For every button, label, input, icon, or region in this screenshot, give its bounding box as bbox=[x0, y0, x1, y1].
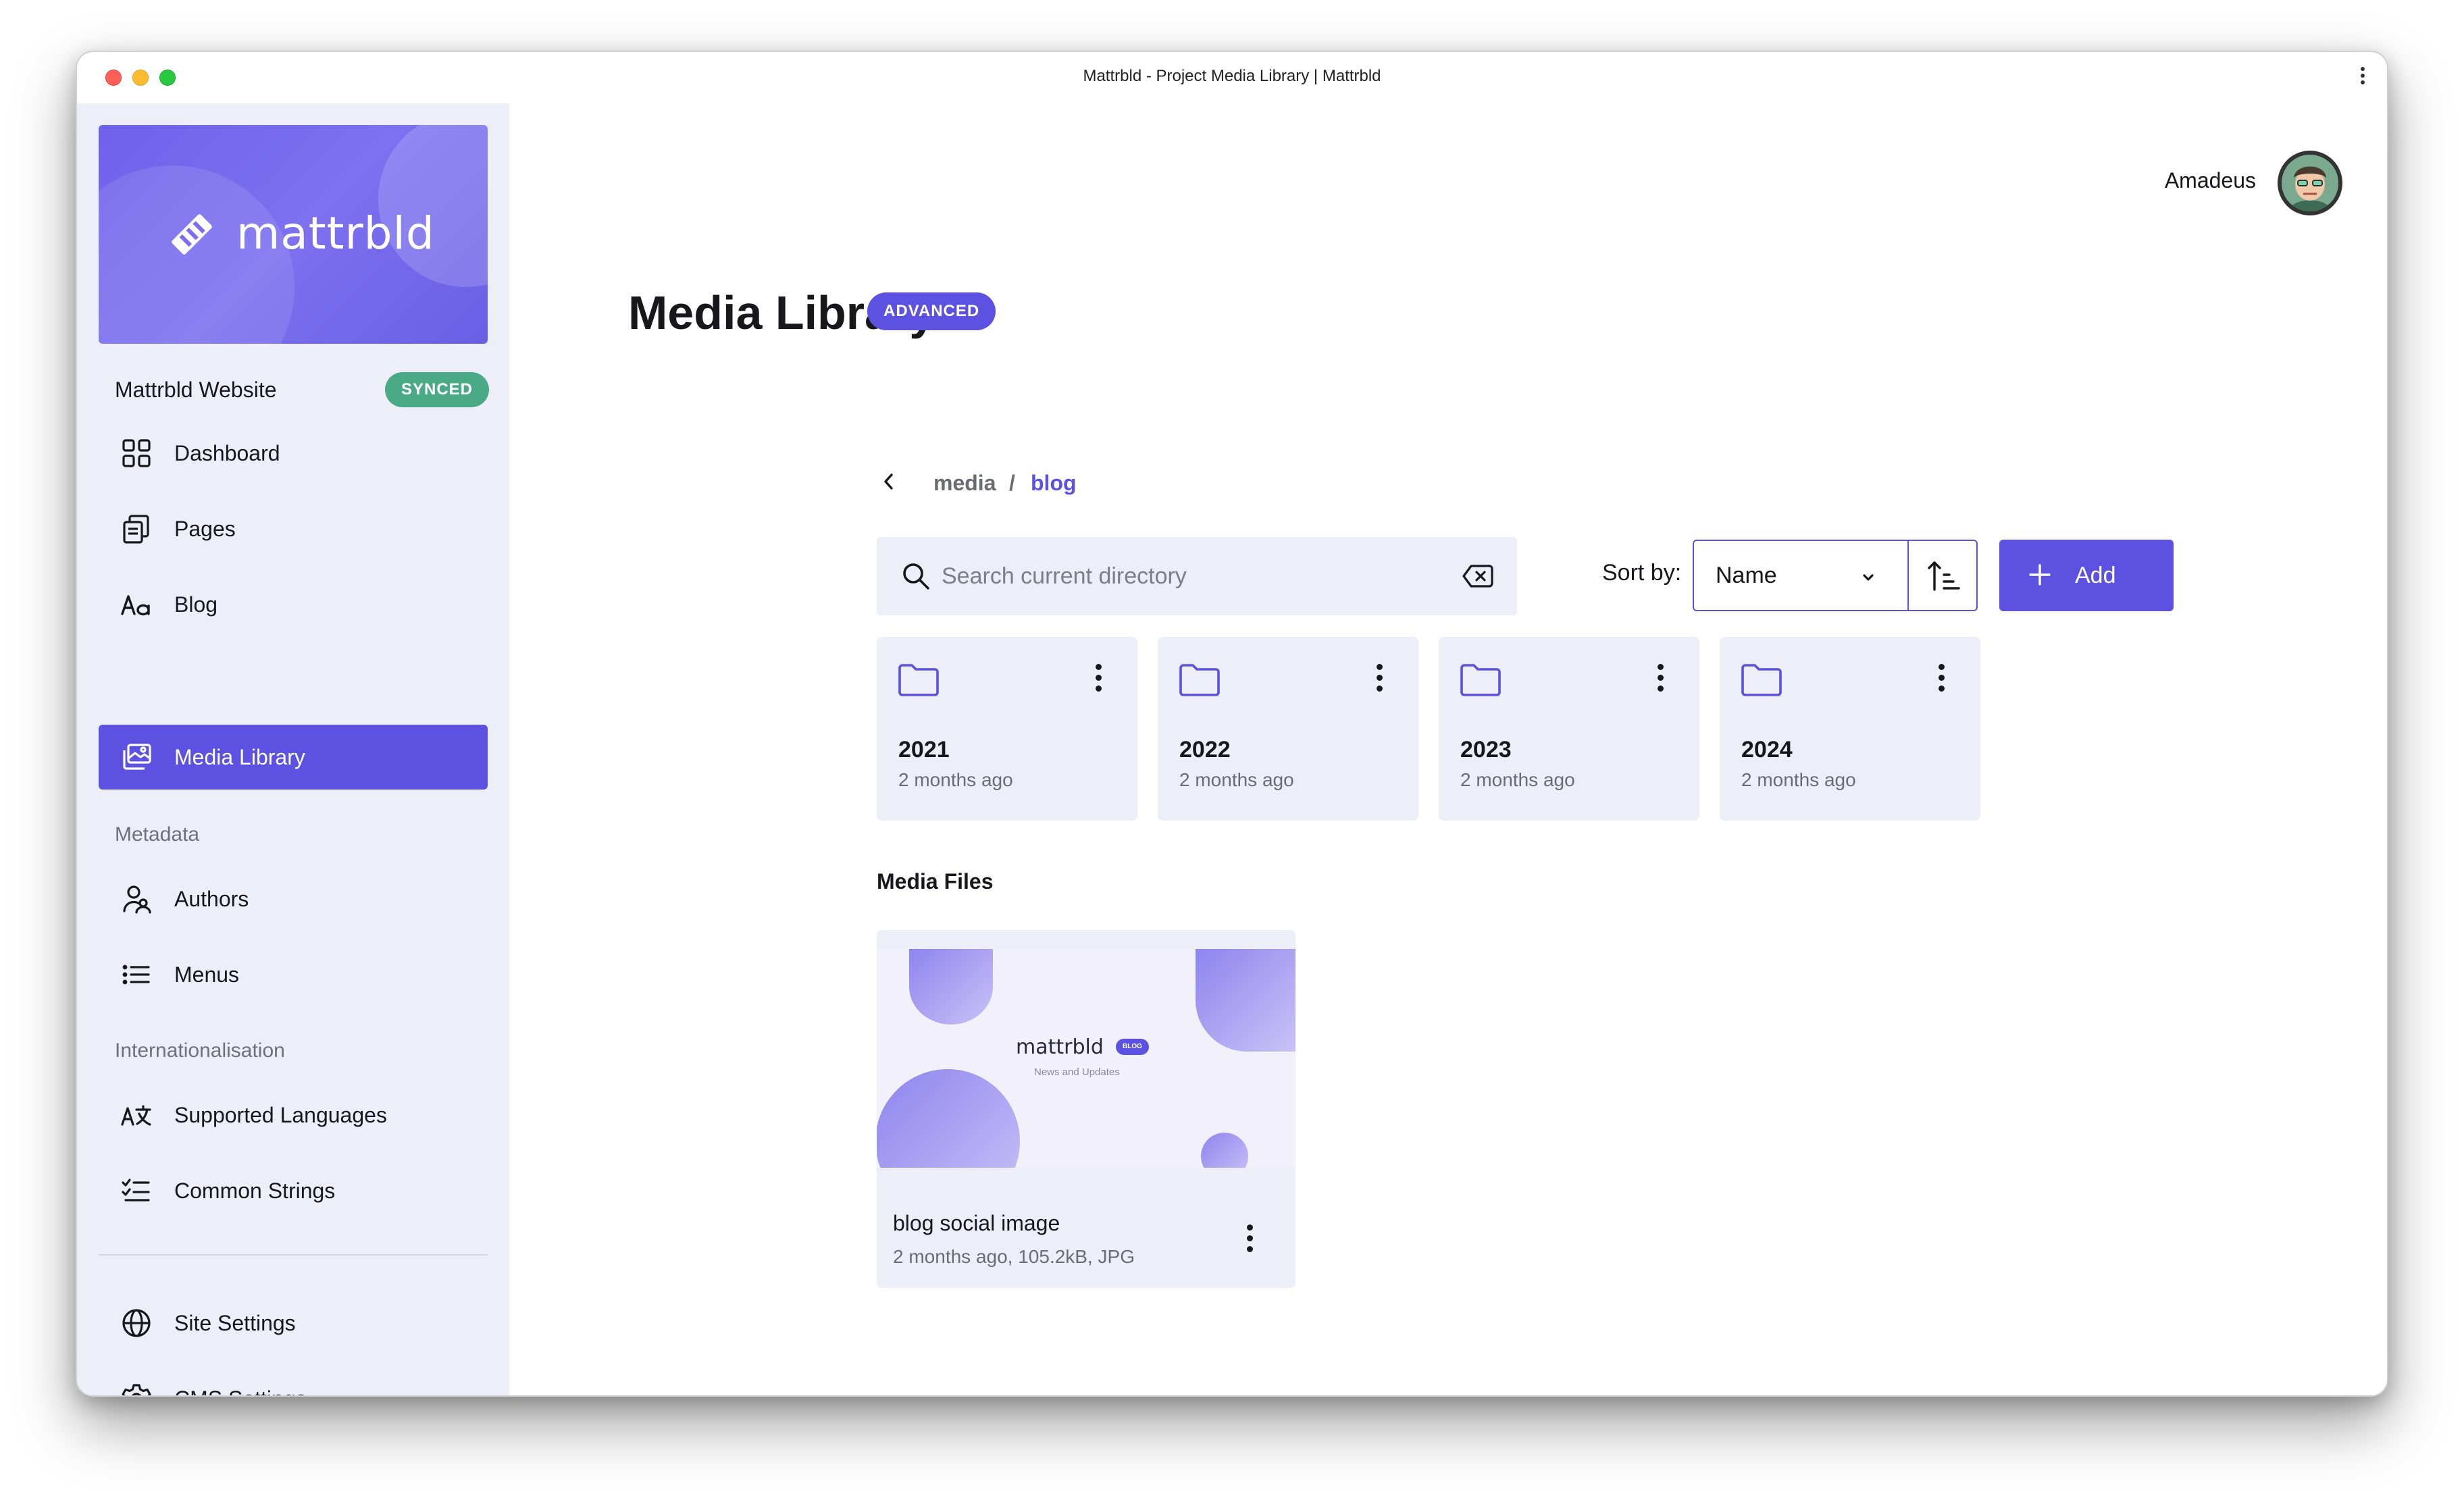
title-bar: Mattrbld - Project Media Library | Mattr… bbox=[77, 52, 2387, 103]
folder-modified: 2 months ago bbox=[1460, 769, 1575, 790]
sidebar-item-cms-settings[interactable]: CMS Settings bbox=[99, 1366, 488, 1395]
folder-name: 2024 bbox=[1741, 737, 1793, 763]
sidebar-item-label: Supported Languages bbox=[174, 1103, 387, 1127]
clear-input-icon[interactable] bbox=[1462, 563, 1494, 590]
folder-icon bbox=[1179, 664, 1220, 696]
add-button-label: Add bbox=[2075, 563, 2116, 588]
sidebar-item-authors[interactable]: Authors bbox=[99, 867, 488, 931]
sidebar-item-label: Blog bbox=[174, 592, 218, 617]
pages-icon bbox=[123, 515, 149, 544]
avatar[interactable] bbox=[2278, 151, 2342, 215]
sort-direction-button[interactable] bbox=[1907, 540, 1978, 611]
search-input[interactable] bbox=[942, 557, 1455, 595]
sidebar-item-site-settings[interactable]: Site Settings bbox=[99, 1291, 488, 1355]
images-icon bbox=[123, 744, 151, 770]
main-content: Amadeus Media Library ADVANCED media / b… bbox=[509, 103, 2387, 1395]
window-title: Mattrbld - Project Media Library | Mattr… bbox=[1083, 67, 1381, 85]
folder-card[interactable]: 2023 2 months ago bbox=[1439, 637, 1699, 821]
folder-card[interactable]: 2022 2 months ago bbox=[1158, 637, 1418, 821]
globe-icon bbox=[122, 1309, 151, 1337]
media-file-menu-icon[interactable] bbox=[1246, 1224, 1254, 1254]
folder-modified: 2 months ago bbox=[1179, 769, 1294, 790]
project-row: Mattrbld Website SYNCED bbox=[115, 368, 489, 409]
search-icon bbox=[903, 563, 929, 590]
media-file-card[interactable]: mattrbld BLOG News and Updates blog soci… bbox=[877, 930, 1295, 1288]
folder-icon bbox=[1741, 664, 1782, 696]
add-button[interactable]: Add bbox=[1999, 540, 2174, 611]
search-box bbox=[877, 537, 1517, 615]
sort-select-value: Name bbox=[1716, 563, 1777, 588]
breadcrumb-separator: / bbox=[1009, 471, 1015, 495]
media-files-heading: Media Files bbox=[877, 869, 994, 894]
browser-window: Mattrbld - Project Media Library | Mattr… bbox=[76, 51, 2388, 1397]
sidebar-item-common-strings[interactable]: Common Strings bbox=[99, 1158, 488, 1223]
folder-menu-icon[interactable] bbox=[1375, 664, 1383, 694]
stage: Mattrbld - Project Media Library | Mattr… bbox=[0, 0, 2464, 1498]
sync-status-badge: SYNCED bbox=[384, 372, 489, 407]
sidebar-item-menus[interactable]: Menus bbox=[99, 942, 488, 1007]
checklist-icon bbox=[122, 1179, 150, 1202]
mattrbld-logo-icon bbox=[172, 214, 212, 255]
section-label-metadata: Metadata bbox=[115, 823, 200, 846]
sidebar-item-label: Site Settings bbox=[174, 1311, 296, 1335]
user-name: Amadeus bbox=[2164, 168, 2256, 192]
users-icon bbox=[123, 885, 151, 914]
window-menu-icon[interactable] bbox=[2356, 67, 2369, 87]
chevron-down-icon bbox=[1863, 574, 1874, 581]
folder-name: 2021 bbox=[898, 737, 950, 763]
folder-menu-icon[interactable] bbox=[1937, 664, 1945, 694]
folder-name: 2023 bbox=[1460, 737, 1512, 763]
section-label-internationalisation: Internationalisation bbox=[115, 1039, 285, 1062]
sidebar-item-label: CMS Settings bbox=[174, 1387, 307, 1395]
folder-modified: 2 months ago bbox=[1741, 769, 1856, 790]
breadcrumb-item-blog[interactable]: blog bbox=[1031, 471, 1077, 496]
sidebar-item-label: Dashboard bbox=[174, 441, 280, 465]
brand-card: mattrbld bbox=[99, 125, 488, 344]
folder-icon bbox=[1460, 664, 1501, 696]
sort-ascending-icon bbox=[1928, 561, 1960, 591]
grid-icon bbox=[122, 439, 151, 467]
sidebar-divider bbox=[99, 1254, 488, 1256]
sidebar-item-label: Pages bbox=[174, 517, 236, 541]
thumbnail-badge: BLOG bbox=[1116, 1039, 1149, 1055]
brand-logo-text: mattrbld bbox=[236, 207, 435, 259]
advanced-badge: ADVANCED bbox=[867, 292, 996, 330]
sidebar-item-supported-languages[interactable]: Supported Languages bbox=[99, 1083, 488, 1147]
sidebar-item-media-library[interactable]: Media Library bbox=[99, 725, 488, 790]
list-icon bbox=[122, 964, 150, 985]
sidebar: mattrbld Mattrbld Website SYNCED Dashboa… bbox=[77, 103, 509, 1395]
translate-icon bbox=[121, 1105, 151, 1126]
sidebar-item-blog[interactable]: Blog bbox=[99, 572, 488, 637]
gear-icon bbox=[122, 1384, 151, 1395]
folder-modified: 2 months ago bbox=[898, 769, 1013, 790]
sidebar-item-label: Common Strings bbox=[174, 1179, 336, 1203]
thumbnail-subtitle: News and Updates bbox=[1034, 1066, 1120, 1078]
thumbnail-logo-text: mattrbld bbox=[1016, 1035, 1104, 1059]
folder-card[interactable]: 2024 2 months ago bbox=[1720, 637, 1980, 821]
sidebar-item-label: Menus bbox=[174, 962, 240, 987]
sidebar-item-label: Authors bbox=[174, 887, 249, 911]
folder-menu-icon[interactable] bbox=[1094, 664, 1102, 694]
avatar-icon bbox=[2282, 155, 2338, 211]
media-file-thumbnail: mattrbld BLOG News and Updates bbox=[877, 949, 1295, 1168]
text-aa-icon bbox=[121, 595, 150, 616]
media-file-name: blog social image bbox=[893, 1211, 1060, 1235]
sort-select[interactable]: Name bbox=[1693, 540, 1909, 611]
plus-icon bbox=[2029, 564, 2051, 586]
folder-card[interactable]: 2021 2 months ago bbox=[877, 637, 1137, 821]
folder-icon bbox=[898, 664, 939, 696]
breadcrumb-item-media[interactable]: media bbox=[933, 471, 996, 496]
project-name: Mattrbld Website bbox=[115, 378, 277, 402]
sidebar-item-dashboard[interactable]: Dashboard bbox=[99, 421, 488, 486]
sidebar-item-pages[interactable]: Pages bbox=[99, 496, 488, 561]
folder-name: 2022 bbox=[1179, 737, 1231, 763]
folder-menu-icon[interactable] bbox=[1656, 664, 1664, 694]
sort-label: Sort by: bbox=[1602, 560, 1682, 586]
media-file-meta: 2 months ago, 105.2kB, JPG bbox=[893, 1246, 1135, 1267]
chevron-left-icon[interactable] bbox=[877, 469, 901, 494]
sidebar-item-label: Media Library bbox=[174, 745, 305, 769]
